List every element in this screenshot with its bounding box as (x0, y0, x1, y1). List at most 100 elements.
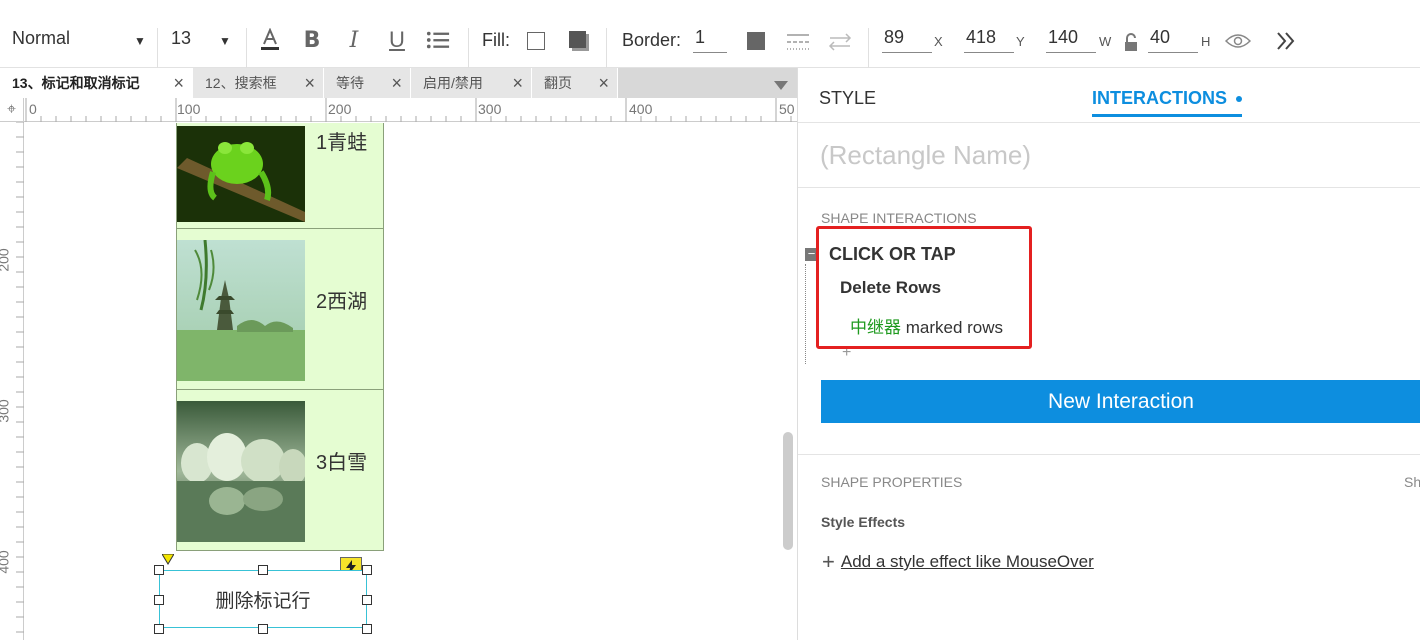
tab-pagination[interactable]: 翻页 × (532, 68, 618, 98)
snow-image (177, 401, 305, 542)
repeater-row[interactable]: 3白雪 (176, 389, 384, 551)
underline-icon[interactable]: U (385, 27, 409, 52)
resize-handle[interactable] (362, 624, 372, 634)
tab-label: 启用/禁用 (423, 75, 483, 91)
tree-guide (805, 264, 806, 364)
delete-marked-rows-button[interactable]: 删除标记行 (159, 570, 367, 628)
page-tabs: 13、标记和取消标记 × 12、搜索框 × 等待 × 启用/禁用 × 翻页 × (0, 68, 797, 98)
h-label: H (1201, 34, 1211, 49)
resize-handle[interactable] (258, 565, 268, 575)
style-effects-title: Style Effects (821, 514, 906, 530)
fill-label: Fill: (482, 30, 510, 50)
link-label: Add a style effect like MouseOver (840, 552, 1094, 571)
shape-interactions-title: SHAPE INTERACTIONS (821, 210, 977, 226)
button-label: 删除标记行 (215, 590, 311, 612)
repeater-row[interactable]: 2西湖 (176, 228, 384, 390)
add-style-effect-link[interactable]: + Add a style effect like MouseOver (822, 549, 1094, 575)
divider (798, 122, 1420, 123)
ruler-label: 300 (478, 101, 502, 117)
resize-handle[interactable] (258, 624, 268, 634)
close-icon[interactable]: × (598, 73, 609, 94)
shape-properties-title: SHAPE PROPERTIES (821, 474, 963, 490)
horizontal-ruler: 0 100 200 300 400 50 (24, 98, 797, 122)
close-icon[interactable]: × (512, 73, 523, 94)
eye-icon[interactable] (1224, 32, 1252, 55)
new-interaction-button[interactable]: New Interaction (821, 380, 1420, 423)
shape-name-input[interactable]: (Rectangle Name) (820, 140, 1031, 171)
button-label: New Interaction (1048, 389, 1194, 413)
tab-style[interactable]: STYLE (819, 88, 876, 109)
resize-handle[interactable] (154, 595, 164, 605)
resize-handle[interactable] (154, 624, 164, 634)
border-width-input[interactable]: 1 (693, 27, 727, 53)
tab-wait[interactable]: 等待 × (324, 68, 411, 98)
font-size-value: 13 (171, 28, 192, 48)
shape-properties-right-label: Sh (1404, 474, 1420, 490)
design-canvas[interactable]: 1青蛙 2西湖 3白雪 删除标记行 (25, 123, 797, 640)
tab-label: INTERACTIONS (1092, 88, 1227, 108)
style-select-value: Normal (12, 28, 71, 48)
arrow-style-icon[interactable] (828, 32, 852, 57)
font-color-icon[interactable] (258, 28, 282, 52)
close-icon[interactable]: × (304, 73, 315, 94)
resize-handle[interactable] (362, 595, 372, 605)
y-position-input[interactable]: 418 (964, 27, 1014, 53)
more-icon[interactable] (1275, 30, 1297, 57)
resize-handle[interactable] (154, 565, 164, 575)
plus-icon: + (822, 549, 835, 574)
width-input[interactable]: 140 (1046, 27, 1096, 53)
x-position-input[interactable]: 89 (882, 27, 932, 53)
border-color-swatch[interactable] (747, 32, 765, 50)
divider (798, 187, 1420, 188)
shadow-icon[interactable] (569, 31, 589, 51)
tab-label: 13、标记和取消标记 (12, 75, 140, 91)
tab-label: 12、搜索框 (205, 75, 277, 91)
crosshair-icon[interactable]: ⌖ (0, 98, 24, 122)
ruler-label: 200 (0, 248, 12, 272)
height-input[interactable]: 40 (1148, 27, 1198, 53)
ruler-label: 400 (0, 550, 12, 574)
toolbar: Normal ▼ 13 ▼ B I U Fill: Border: 1 89 X… (0, 0, 1420, 82)
tab-enable-disable[interactable]: 启用/禁用 × (411, 68, 532, 98)
ruler-label: 100 (177, 101, 201, 117)
x-label: X (934, 34, 943, 49)
annotation-highlight-box (816, 226, 1032, 349)
style-select[interactable]: Normal ▼ (12, 28, 152, 49)
ruler-label: 400 (629, 101, 653, 117)
dot-indicator-icon (1236, 96, 1243, 103)
chevron-down-icon: ▼ (219, 34, 231, 48)
ruler-label: 200 (328, 101, 352, 117)
close-icon[interactable]: × (173, 73, 184, 94)
divider (798, 454, 1420, 455)
italic-icon[interactable]: I (342, 28, 366, 53)
border-label: Border: (622, 30, 682, 50)
ruler-label: 300 (0, 399, 12, 423)
ruler-label: 50 (779, 101, 795, 117)
tab-page-12[interactable]: 12、搜索框 × (193, 68, 324, 98)
resize-handle[interactable] (362, 565, 372, 575)
tab-label: 翻页 (544, 75, 572, 91)
row-label: 1青蛙 (316, 132, 368, 154)
fill-color-swatch[interactable] (527, 32, 545, 50)
lock-open-icon[interactable] (1123, 32, 1139, 57)
repeater-row[interactable]: 1青蛙 (176, 123, 384, 229)
bold-icon[interactable]: B (300, 28, 324, 53)
inspector-panel: STYLE INTERACTIONS (Rectangle Name) SHAP… (797, 68, 1420, 640)
vertical-ruler: 200 300 400 (0, 122, 24, 640)
ruler-label: 0 (29, 101, 37, 117)
font-size-select[interactable]: 13 ▼ (171, 28, 241, 49)
frog-image (177, 126, 305, 222)
row-label: 2西湖 (316, 291, 368, 313)
tab-page-13[interactable]: 13、标记和取消标记 × (0, 68, 193, 98)
tab-interactions[interactable]: INTERACTIONS (1092, 88, 1243, 117)
west-lake-image (177, 240, 305, 381)
bullet-list-icon[interactable] (426, 28, 450, 52)
y-label: Y (1016, 34, 1025, 49)
chevron-down-icon: ▼ (134, 34, 146, 48)
tabs-dropdown-icon[interactable] (774, 78, 788, 96)
row-label: 3白雪 (316, 452, 368, 474)
tab-label: 等待 (336, 75, 364, 91)
line-pattern-icon[interactable] (786, 32, 810, 57)
canvas-scrollbar[interactable] (783, 432, 793, 550)
close-icon[interactable]: × (391, 73, 402, 94)
